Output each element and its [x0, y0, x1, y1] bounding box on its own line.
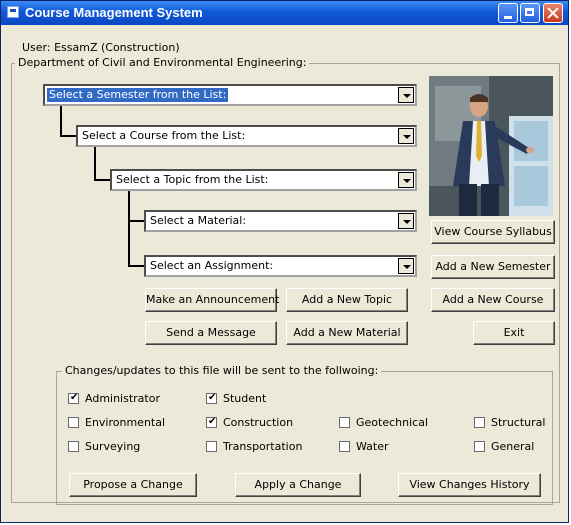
check-icon: ✔	[208, 392, 217, 403]
material-select-value: Select a Material:	[150, 214, 247, 227]
semester-select[interactable]: Select a Semester from the List:	[43, 84, 417, 106]
material-select[interactable]: Select a Material:	[144, 210, 417, 232]
add-topic-button[interactable]: Add a New Topic	[286, 288, 408, 312]
add-course-button[interactable]: Add a New Course	[431, 288, 555, 312]
checkbox-label: Geotechnical	[356, 416, 428, 429]
chevron-down-icon[interactable]	[398, 213, 414, 229]
department-title: Department of Civil and Environmental En…	[15, 56, 310, 69]
checkbox-box[interactable]	[339, 441, 350, 452]
tree-line	[60, 104, 62, 137]
apply-change-button[interactable]: Apply a Change	[235, 473, 361, 497]
make-announcement-button[interactable]: Make an Announcement	[145, 288, 279, 312]
semester-select-value: Select a Semester from the List:	[47, 88, 229, 102]
view-changes-history-button[interactable]: View Changes History	[398, 473, 541, 497]
tree-line	[94, 147, 96, 181]
checkbox-box[interactable]	[339, 417, 350, 428]
chevron-down-icon[interactable]	[398, 128, 414, 144]
checkbox-box[interactable]	[68, 441, 79, 452]
exit-button[interactable]: Exit	[473, 321, 555, 345]
minimize-button[interactable]	[498, 3, 518, 23]
app-window: Course Management System User: EssamZ (C…	[0, 0, 569, 523]
checkbox-label: Surveying	[85, 440, 141, 453]
checkbox-label: Structural	[491, 416, 546, 429]
course-select[interactable]: Select a Course from the List:	[76, 125, 417, 147]
topic-select[interactable]: Select a Topic from the List:	[110, 169, 417, 191]
title-bar[interactable]: Course Management System	[1, 1, 568, 25]
instructor-photo-image	[429, 76, 553, 216]
checkbox-label: General	[491, 440, 535, 453]
chevron-down-icon[interactable]	[398, 172, 414, 188]
checkbox-box[interactable]: ✔	[206, 392, 217, 404]
check-icon: ✔	[70, 392, 79, 403]
propose-change-button[interactable]: Propose a Change	[69, 473, 197, 497]
topic-select-value: Select a Topic from the List:	[116, 173, 269, 186]
view-course-syllabus-button[interactable]: View Course Syllabus	[431, 220, 555, 244]
checkbox-box[interactable]	[474, 417, 485, 428]
checkbox-box[interactable]: ✔	[68, 392, 79, 404]
checkbox-label: Water	[356, 440, 389, 453]
checkbox-box[interactable]	[68, 417, 79, 428]
course-select-value: Select a Course from the List:	[82, 129, 246, 142]
assignment-select[interactable]: Select an Assignment:	[144, 255, 417, 277]
chevron-down-icon[interactable]	[398, 258, 414, 274]
checkbox-box[interactable]: ✔	[206, 416, 217, 428]
checkbox-label: Construction	[223, 416, 294, 429]
check-icon: ✔	[208, 416, 217, 427]
checkbox-label: Transportation	[223, 440, 303, 453]
user-label: User: EssamZ (Construction)	[22, 41, 180, 54]
assignment-select-value: Select an Assignment:	[150, 259, 274, 272]
instructor-photo	[429, 76, 553, 216]
close-button[interactable]	[543, 3, 563, 23]
checkbox-label: Student	[223, 392, 267, 405]
add-material-button[interactable]: Add a New Material	[286, 321, 408, 345]
send-message-button[interactable]: Send a Message	[145, 321, 277, 345]
maximize-button[interactable]	[520, 3, 540, 23]
checkbox-label: Environmental	[85, 416, 166, 429]
app-icon	[7, 6, 19, 18]
checkbox-box[interactable]	[206, 441, 217, 452]
changes-title: Changes/updates to this file will be sen…	[62, 364, 382, 377]
window-title: Course Management System	[25, 5, 203, 20]
chevron-down-icon[interactable]	[398, 87, 414, 103]
add-semester-button[interactable]: Add a New Semester	[431, 255, 555, 279]
tree-line	[128, 191, 130, 267]
checkbox-label: Administrator	[85, 392, 160, 405]
checkbox-box[interactable]	[474, 441, 485, 452]
